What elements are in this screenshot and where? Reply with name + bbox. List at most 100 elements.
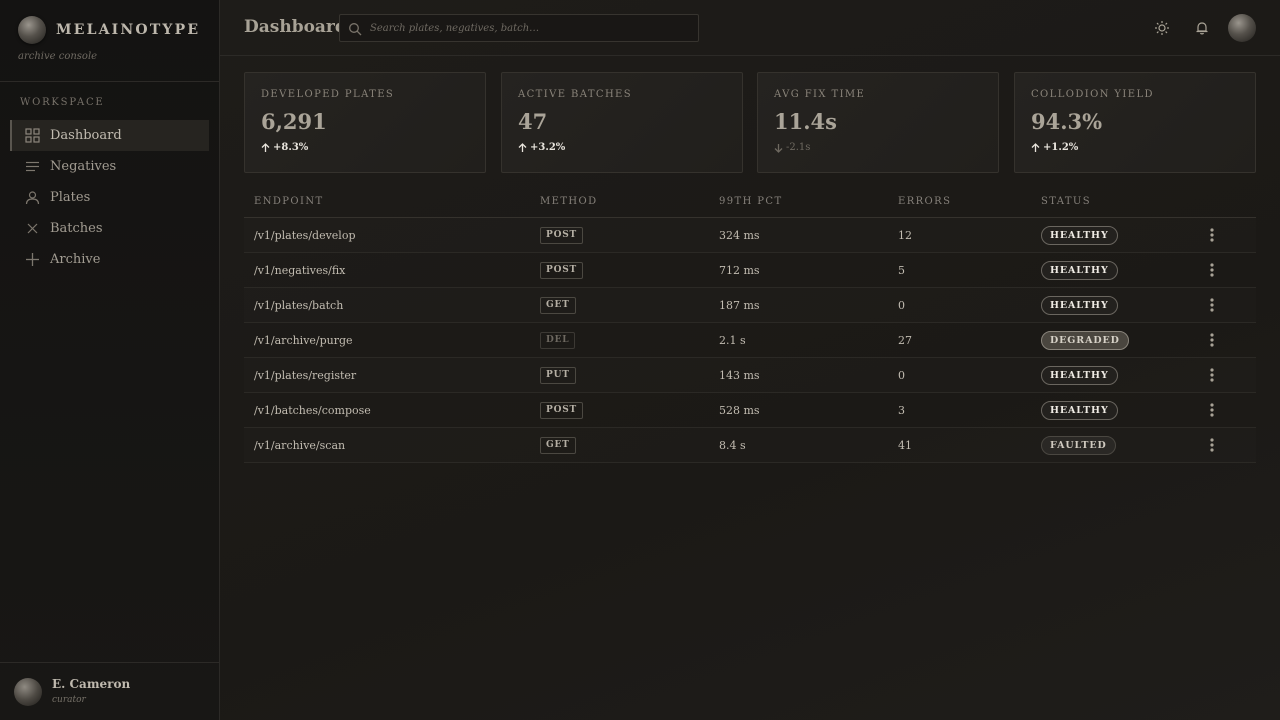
endpoint-cell[interactable]: /v1/batches/compose xyxy=(254,404,371,417)
table-row[interactable]: /v1/negatives/fix POST 712 ms 5 HEALTHY xyxy=(244,253,1256,288)
table-row[interactable]: /v1/archive/purge DEL 2.1 s 27 DEGRADED xyxy=(244,323,1256,358)
status-badge: HEALTHY xyxy=(1041,296,1118,315)
stat-delta-value: +3.2% xyxy=(530,142,566,153)
stat-value: 11.4s xyxy=(774,109,837,134)
errors-cell: 0 xyxy=(898,299,905,312)
sidebar-item-label: Plates xyxy=(50,190,91,205)
errors-cell: 3 xyxy=(898,404,905,417)
stat-card: AVG FIX TIME 11.4s -2.1s xyxy=(757,72,999,173)
more-actions-icon[interactable] xyxy=(1202,333,1222,349)
topbar: Dashboard xyxy=(220,0,1280,56)
table-row[interactable]: /v1/batches/compose POST 528 ms 3 HEALTHY xyxy=(244,393,1256,428)
endpoint-cell[interactable]: /v1/plates/batch xyxy=(254,299,343,312)
sidebar-item-dashboard[interactable]: Dashboard xyxy=(10,120,209,151)
search-input[interactable] xyxy=(370,19,690,37)
stat-delta: +1.2% xyxy=(1031,142,1078,153)
plus-icon xyxy=(24,252,40,268)
table-row[interactable]: /v1/plates/register PUT 143 ms 0 HEALTHY xyxy=(244,358,1256,393)
status-badge: HEALTHY xyxy=(1041,226,1118,245)
brand-logo xyxy=(18,16,46,44)
more-actions-icon[interactable] xyxy=(1202,298,1222,314)
endpoint-cell[interactable]: /v1/plates/develop xyxy=(254,229,355,242)
table-row[interactable]: /v1/archive/scan GET 8.4 s 41 FAULTED xyxy=(244,428,1256,463)
stat-delta-value: +8.3% xyxy=(273,142,309,153)
stat-delta: -2.1s xyxy=(774,142,810,153)
sidebar-section-label: WORKSPACE xyxy=(20,97,105,108)
arrow-up-icon xyxy=(1031,142,1040,152)
sidebar-item-label: Archive xyxy=(50,252,101,267)
sidebar-item-negatives[interactable]: Negatives xyxy=(10,151,209,182)
endpoint-cell[interactable]: /v1/archive/scan xyxy=(254,439,345,452)
more-actions-icon[interactable] xyxy=(1202,403,1222,419)
column-header-method: METHOD xyxy=(540,196,598,207)
avatar[interactable] xyxy=(1228,14,1256,42)
stat-label: DEVELOPED PLATES xyxy=(261,89,395,100)
column-header-errors: ERRORS xyxy=(898,196,952,207)
avatar[interactable] xyxy=(14,678,42,706)
sun-icon[interactable] xyxy=(1154,20,1170,36)
status-badge: FAULTED xyxy=(1041,436,1116,455)
p99-cell: 528 ms xyxy=(719,404,760,417)
p99-cell: 712 ms xyxy=(719,264,760,277)
endpoint-cell[interactable]: /v1/archive/purge xyxy=(254,334,353,347)
column-header-endpoint: ENDPOINT xyxy=(254,196,324,207)
more-actions-icon[interactable] xyxy=(1202,368,1222,384)
stat-label: AVG FIX TIME xyxy=(774,89,866,100)
endpoint-cell[interactable]: /v1/negatives/fix xyxy=(254,264,345,277)
more-actions-icon[interactable] xyxy=(1202,263,1222,279)
more-actions-icon[interactable] xyxy=(1202,438,1222,454)
sidebar-item-archive[interactable]: Archive xyxy=(10,244,209,275)
errors-cell: 27 xyxy=(898,334,912,347)
more-actions-icon[interactable] xyxy=(1202,228,1222,244)
method-badge: GET xyxy=(540,297,576,314)
search-box xyxy=(339,14,699,42)
grid-icon xyxy=(24,128,40,144)
status-badge: HEALTHY xyxy=(1041,366,1118,385)
list-icon xyxy=(24,159,40,175)
endpoint-cell[interactable]: /v1/plates/register xyxy=(254,369,356,382)
p99-cell: 2.1 s xyxy=(719,334,746,347)
method-badge: GET xyxy=(540,437,576,454)
method-badge: POST xyxy=(540,402,584,419)
user-name: E. Cameron xyxy=(52,677,131,691)
column-header-status: STATUS xyxy=(1041,196,1091,207)
p99-cell: 143 ms xyxy=(719,369,760,382)
main-content: Dashboard DEVELOPED PLATES 6,291 +8.3% A… xyxy=(220,0,1280,720)
sidebar-item-label: Batches xyxy=(50,221,103,236)
status-badge: HEALTHY xyxy=(1041,261,1118,280)
table-row[interactable]: /v1/plates/batch GET 187 ms 0 HEALTHY xyxy=(244,288,1256,323)
user-icon xyxy=(24,190,40,206)
stat-card: COLLODION YIELD 94.3% +1.2% xyxy=(1014,72,1256,173)
sidebar-divider xyxy=(0,81,219,82)
method-badge: POST xyxy=(540,227,584,244)
sidebar-item-batches[interactable]: Batches xyxy=(10,213,209,244)
stat-value: 47 xyxy=(518,109,548,134)
p99-cell: 187 ms xyxy=(719,299,760,312)
stat-value: 94.3% xyxy=(1031,109,1103,134)
close-x-icon xyxy=(24,221,40,237)
stat-delta-value: -2.1s xyxy=(786,142,811,153)
bell-icon[interactable] xyxy=(1194,20,1210,36)
stat-delta-value: +1.2% xyxy=(1043,142,1079,153)
sidebar: MELAINOTYPE archive console WORKSPACE Da… xyxy=(0,0,220,720)
errors-cell: 5 xyxy=(898,264,905,277)
table-row[interactable]: /v1/plates/develop POST 324 ms 12 HEALTHY xyxy=(244,218,1256,253)
status-badge: DEGRADED xyxy=(1041,331,1129,350)
stat-card: DEVELOPED PLATES 6,291 +8.3% xyxy=(244,72,486,173)
errors-cell: 0 xyxy=(898,369,905,382)
endpoint-table: ENDPOINT METHOD 99TH PCT ERRORS STATUS /… xyxy=(244,188,1256,463)
stat-label: ACTIVE BATCHES xyxy=(518,89,633,100)
sidebar-nav: Dashboard Negatives Plates Batches Archi… xyxy=(10,120,209,275)
stat-delta: +3.2% xyxy=(518,142,565,153)
status-badge: HEALTHY xyxy=(1041,401,1118,420)
brand-name: MELAINOTYPE xyxy=(56,22,201,38)
stat-delta: +8.3% xyxy=(261,142,308,153)
sidebar-item-plates[interactable]: Plates xyxy=(10,182,209,213)
errors-cell: 12 xyxy=(898,229,912,242)
column-header-p99: 99TH PCT xyxy=(719,196,783,207)
user-divider xyxy=(0,662,219,663)
method-badge: POST xyxy=(540,262,584,279)
arrow-up-icon xyxy=(261,142,270,152)
errors-cell: 41 xyxy=(898,439,912,452)
page-title: Dashboard xyxy=(244,17,347,37)
